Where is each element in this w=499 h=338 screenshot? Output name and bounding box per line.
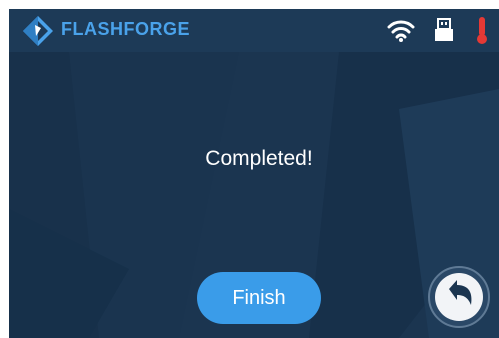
flashforge-logo-icon — [23, 16, 53, 46]
print-status-text: Completed! — [205, 147, 313, 170]
usb-drive-icon[interactable] — [433, 18, 455, 42]
wifi-icon[interactable] — [387, 17, 415, 43]
finish-button[interactable]: Finish — [197, 272, 321, 324]
thermometer-icon[interactable] — [473, 15, 491, 45]
undo-arrow-icon[interactable] — [427, 265, 491, 329]
printer-screen: FLASHFORGE Completed! Finish — [9, 9, 499, 338]
brand-name: FLASHFORGE — [61, 19, 190, 39]
top-bar: FLASHFORGE — [9, 9, 499, 52]
